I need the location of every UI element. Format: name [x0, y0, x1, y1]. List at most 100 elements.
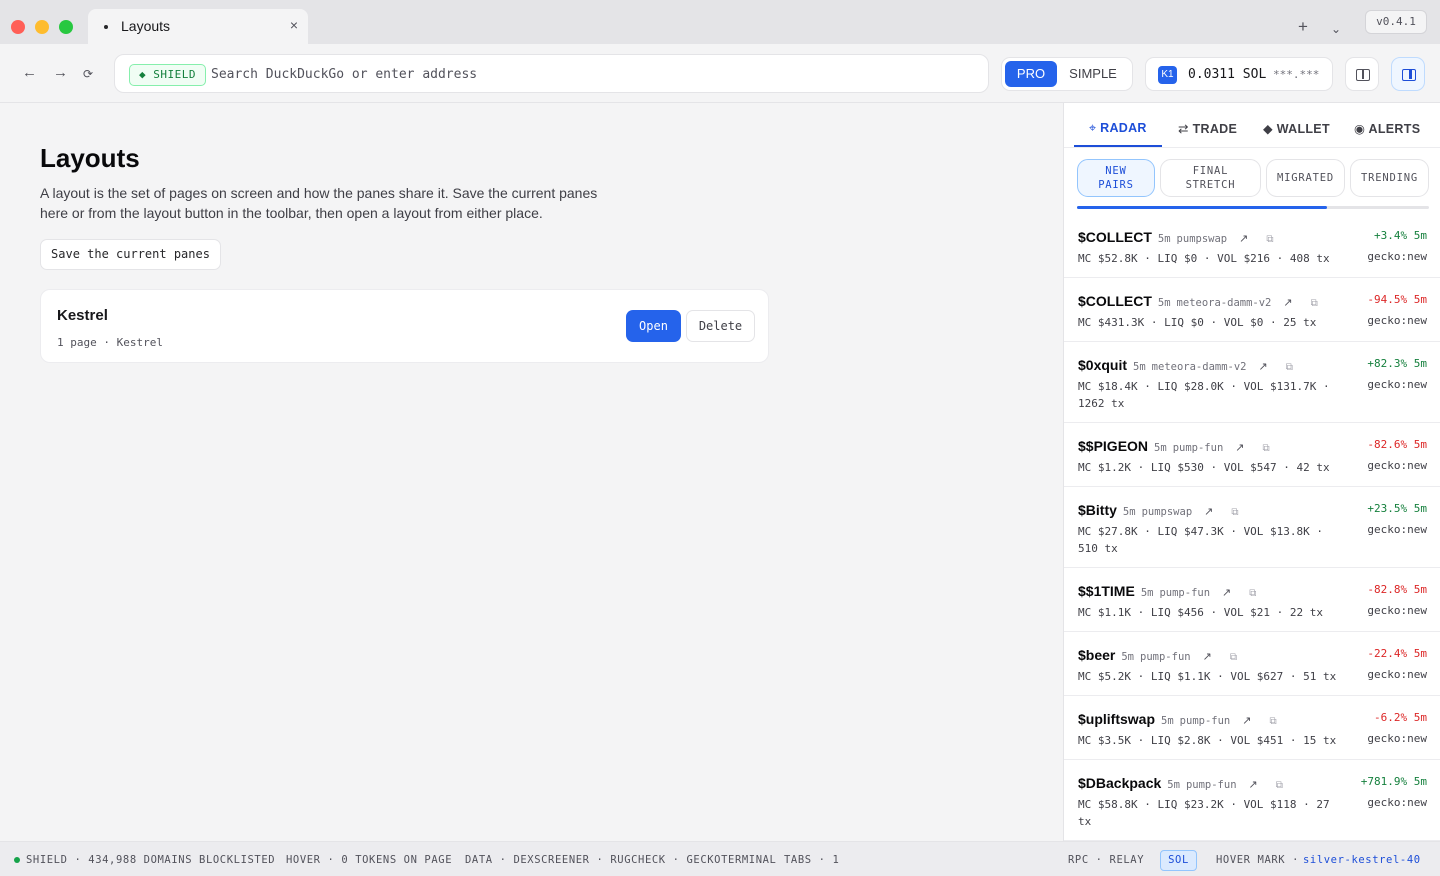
back-arrow-icon[interactable]: ← — [22, 64, 37, 81]
token-age: 5m — [1122, 506, 1136, 518]
reload-icon[interactable]: ⟳ — [83, 67, 93, 81]
token-dex: pump-fun — [1159, 587, 1211, 599]
token-timeframe: 5m — [1413, 229, 1427, 242]
status-data-sources: DATA · DEXSCREENER · RUGCHECK · GECKOTER… — [465, 854, 777, 866]
external-link-icon[interactable]: ↗ — [1242, 715, 1251, 727]
token-source: gecko:new — [1367, 459, 1427, 472]
token-stats: MC $1.1K · LIQ $456 · VOL $21 · 22 tx — [1078, 606, 1324, 619]
tab-alerts[interactable]: ◉ ALERTS — [1354, 121, 1420, 136]
tab-radar[interactable]: ⌖ RADAR — [1089, 121, 1147, 136]
token-change: -82.8% 5m — [1367, 583, 1427, 596]
token-symbol: $COLLECT — [1078, 229, 1152, 245]
save-current-panes-button[interactable]: Save the current panes — [40, 239, 221, 270]
forward-arrow-icon[interactable]: → — [53, 64, 68, 81]
filter-final-stretch[interactable]: FINAL STRETCH — [1160, 159, 1261, 197]
token-row[interactable]: $Bitty 5m pumpswap ↗ ⧉ +23.5% 5m gecko:new MC $… — [1064, 487, 1440, 568]
token-row[interactable]: $COLLECT 5m pumpswap ↗ ⧉ +3.4% 5m gecko:new MC … — [1064, 214, 1440, 278]
token-age: 5m — [1167, 779, 1180, 791]
split-view-button[interactable] — [1345, 57, 1379, 91]
copy-icon[interactable]: ⧉ — [1266, 234, 1273, 245]
token-timeframe: 5m — [1413, 293, 1427, 306]
open-layout-button[interactable]: Open — [626, 310, 681, 342]
external-link-icon[interactable]: ↗ — [1249, 779, 1258, 791]
status-hover-mark-value: silver-kestrel-40 — [1303, 854, 1421, 866]
token-list: $COLLECT 5m pumpswap ↗ ⧉ +3.4% 5m gecko:new MC … — [1064, 214, 1440, 841]
filter-migrated[interactable]: MIGRATED — [1266, 159, 1345, 197]
token-row[interactable]: $$1TIME 5m pump-fun ↗ ⧉ -82.8% 5m gecko:new MC … — [1064, 568, 1440, 632]
copy-icon[interactable]: ⧉ — [1276, 780, 1283, 791]
copy-icon[interactable]: ⧉ — [1249, 588, 1256, 599]
token-change: -6.2% 5m — [1374, 711, 1427, 724]
active-tab-indicator — [1074, 145, 1162, 147]
token-stats: MC $52.8K · LIQ $0 · VOL $216 · 408 tx — [1078, 252, 1330, 265]
delete-layout-button[interactable]: Delete — [686, 310, 755, 342]
copy-icon[interactable]: ⧉ — [1262, 443, 1269, 454]
external-link-icon[interactable]: ↗ — [1239, 233, 1248, 245]
status-rpc: RPC · RELAY — [1068, 854, 1145, 866]
token-row-header: $$PIGEON 5m pump-fun ↗ ⧉ -82.6% 5m — [1078, 438, 1427, 458]
copy-icon[interactable]: ⧉ — [1286, 362, 1293, 373]
tab-close-icon[interactable]: × — [290, 17, 298, 33]
new-tab-button[interactable]: + — [1298, 17, 1308, 37]
status-tabs: TABS · 1 — [784, 854, 840, 866]
minimize-window-button[interactable] — [35, 20, 49, 34]
token-row[interactable]: $DBackpack 5m pump-fun ↗ ⧉ +781.9% 5m gecko:ne… — [1064, 760, 1440, 841]
close-window-button[interactable] — [11, 20, 25, 34]
token-change-value: +3.4% — [1374, 229, 1408, 242]
token-source: gecko:new — [1367, 378, 1427, 391]
token-row[interactable]: $$PIGEON 5m pump-fun ↗ ⧉ -82.6% 5m gecko:new MC… — [1064, 423, 1440, 487]
wallet-button[interactable]: K1 0.0311 SOL ***.*** — [1145, 57, 1333, 91]
chain-badge[interactable]: SOL — [1160, 850, 1197, 871]
copy-icon[interactable]: ⧉ — [1231, 507, 1238, 518]
external-link-icon[interactable]: ↗ — [1204, 506, 1213, 518]
copy-icon[interactable]: ⧉ — [1269, 716, 1276, 727]
token-stats: MC $1.2K · LIQ $530 · VOL $547 · 42 tx — [1078, 461, 1330, 474]
token-source: gecko:new — [1367, 732, 1427, 745]
token-stats: MC $18.4K · LIQ $28.0K · VOL $131.7K · 1… — [1078, 380, 1330, 410]
tab-title: Layouts — [121, 18, 171, 34]
token-change-value: +23.5% — [1367, 502, 1408, 515]
filter-trending[interactable]: TRENDING — [1350, 159, 1429, 197]
external-link-icon[interactable]: ↗ — [1222, 587, 1231, 599]
external-link-icon[interactable]: ↗ — [1235, 442, 1244, 454]
token-source: gecko:new — [1367, 314, 1427, 327]
tab-menu-chevron-icon[interactable]: ⌄ — [1331, 22, 1341, 36]
token-symbol: $Bitty — [1078, 502, 1117, 518]
address-bar[interactable]: ◆ SHIELD — [114, 54, 989, 93]
mode-pro-button[interactable]: PRO — [1005, 61, 1057, 87]
external-link-icon[interactable]: ↗ — [1203, 651, 1212, 663]
token-stats: MC $5.2K · LIQ $1.1K · VOL $627 · 51 tx — [1078, 670, 1337, 683]
address-input[interactable] — [211, 63, 971, 85]
token-stats: MC $27.8K · LIQ $47.3K · VOL $13.8K · 51… — [1078, 525, 1324, 555]
toggle-sidebar-button[interactable] — [1391, 57, 1425, 91]
token-change: -22.4% 5m — [1367, 647, 1427, 660]
token-row[interactable]: $0xquit 5m meteora-damm-v2 ↗ ⧉ +82.3% 5m gecko… — [1064, 342, 1440, 423]
external-link-icon[interactable]: ↗ — [1259, 361, 1268, 373]
tab-wallet[interactable]: ◆ WALLET — [1263, 121, 1330, 136]
main-content: Layouts A layout is the set of pages on … — [0, 103, 1063, 841]
status-hover-mark-label: HOVER MARK · — [1216, 854, 1300, 866]
shield-badge[interactable]: ◆ SHIELD — [129, 64, 206, 86]
token-source: gecko:new — [1367, 604, 1427, 617]
filter-new-pairs[interactable]: NEW PAIRS — [1077, 159, 1155, 197]
mode-simple-button[interactable]: SIMPLE — [1062, 61, 1124, 87]
token-change: +781.9% 5m — [1361, 775, 1427, 788]
token-symbol: $0xquit — [1078, 357, 1128, 373]
token-timeframe: 5m — [1413, 583, 1427, 596]
browser-tab[interactable]: Layouts × — [88, 9, 308, 44]
token-change-value: -82.8% — [1367, 583, 1408, 596]
token-row[interactable]: $COLLECT 5m meteora-damm-v2 ↗ ⧉ -94.5% 5m geck… — [1064, 278, 1440, 342]
token-symbol: $$1TIME — [1078, 583, 1135, 599]
copy-icon[interactable]: ⧉ — [1230, 652, 1237, 663]
tab-trade[interactable]: ⇄ TRADE — [1178, 121, 1237, 136]
copy-icon[interactable]: ⧉ — [1311, 298, 1318, 309]
refresh-progress-bar — [1077, 206, 1429, 209]
status-shield: SHIELD · 434,988 DOMAINS BLOCKLISTED — [26, 854, 276, 866]
external-link-icon[interactable]: ↗ — [1283, 297, 1292, 309]
maximize-window-button[interactable] — [59, 20, 73, 34]
token-row[interactable]: $upliftswap 5m pump-fun ↗ ⧉ -6.2% 5m gecko:new… — [1064, 696, 1440, 760]
token-row[interactable]: $beer 5m pump-fun ↗ ⧉ -22.4% 5m gecko:new MC $5… — [1064, 632, 1440, 696]
token-row-header: $DBackpack 5m pump-fun ↗ ⧉ +781.9% 5m — [1078, 775, 1427, 795]
tab-label: RADAR — [1100, 121, 1147, 135]
token-stats: MC $431.3K · LIQ $0 · VOL $0 · 25 tx — [1078, 316, 1317, 329]
